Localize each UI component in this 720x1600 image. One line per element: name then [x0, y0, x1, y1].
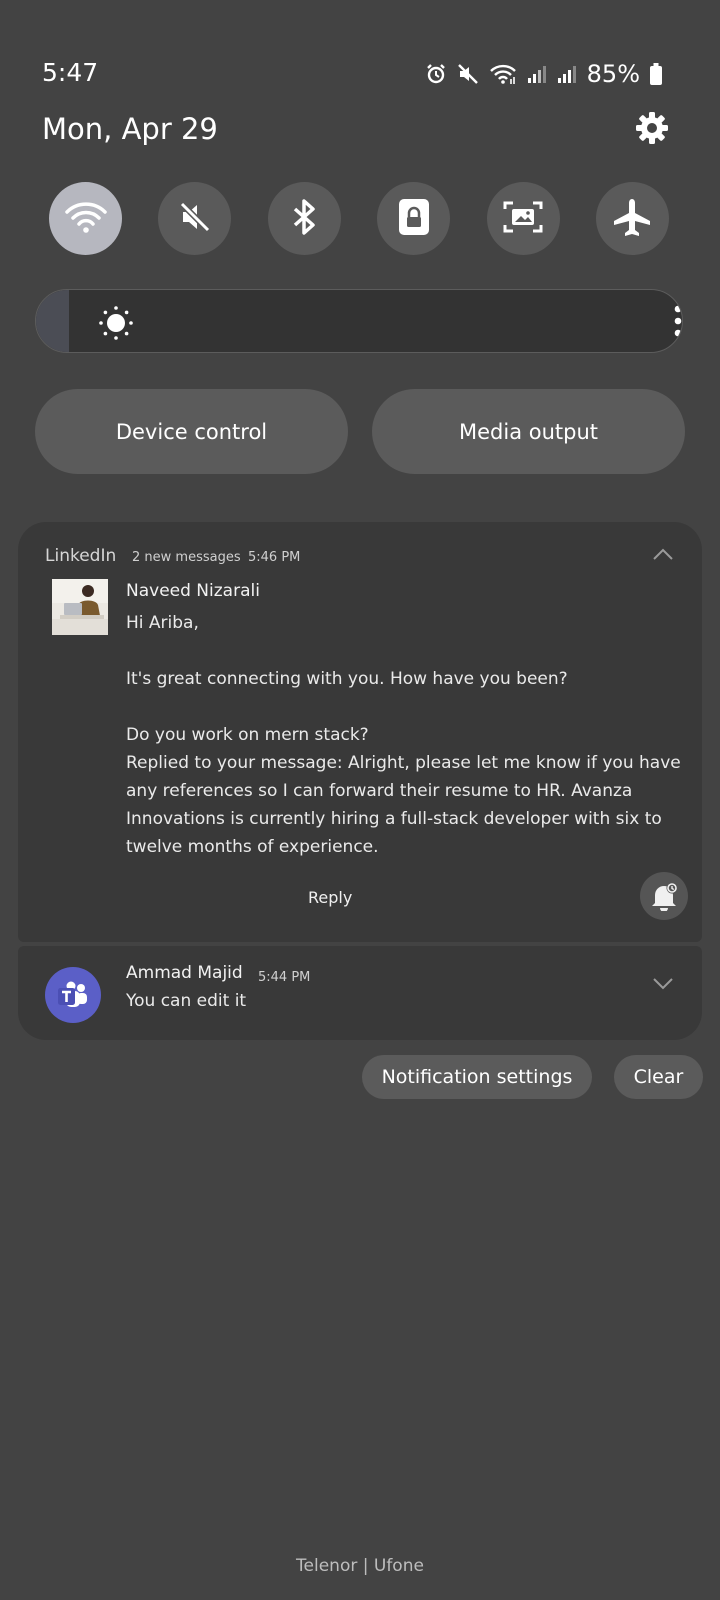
media-output-button[interactable]: Media output — [372, 389, 685, 474]
notification-message: You can edit it — [126, 991, 247, 1011]
alarm-icon — [425, 63, 447, 85]
carrier-label: Telenor | Ufone — [296, 1556, 424, 1576]
sun-icon — [98, 305, 134, 345]
clear-button[interactable]: Clear — [614, 1055, 703, 1099]
brightness-level — [36, 290, 69, 352]
notification-time: 5:46 PM — [248, 550, 301, 565]
snooze-bell-icon[interactable] — [640, 872, 688, 920]
bluetooth-icon — [289, 198, 319, 240]
airplane-mode-toggle[interactable] — [595, 182, 669, 255]
wifi-icon — [489, 63, 517, 85]
device-control-button[interactable]: Device control — [35, 389, 348, 474]
notification-message: Hi Ariba, It's great connecting with you… — [126, 609, 686, 861]
mute-icon — [177, 199, 213, 239]
status-time: 5:47 — [42, 58, 99, 87]
date: Mon, Apr 29 — [42, 112, 218, 146]
teams-icon — [45, 967, 101, 1023]
quick-settings-row — [49, 182, 669, 255]
gear-icon[interactable] — [634, 110, 670, 146]
airplane-icon — [612, 197, 652, 241]
bluetooth-toggle[interactable] — [267, 182, 341, 255]
sound-toggle[interactable] — [158, 182, 232, 255]
message-line: It's great connecting with you. How have… — [126, 669, 568, 689]
brightness-slider[interactable] — [35, 289, 683, 353]
more-vertical-icon[interactable] — [673, 302, 682, 344]
signal-icon — [527, 64, 547, 84]
message-line: Do you work on mern stack? — [126, 725, 369, 745]
wifi-icon — [64, 199, 108, 239]
rotation-lock-toggle[interactable] — [377, 182, 451, 255]
notification-settings-button[interactable]: Notification settings — [362, 1055, 592, 1099]
reply-button[interactable]: Reply — [308, 888, 352, 907]
notification-card-teams[interactable]: Ammad Majid 5:44 PM You can edit it — [18, 946, 702, 1040]
notification-summary: 2 new messages — [132, 550, 241, 565]
notification-sender: Ammad Majid — [126, 963, 243, 983]
notification-app-name: LinkedIn — [45, 546, 117, 566]
notification-time: 5:44 PM — [258, 970, 311, 985]
notification-card-linkedin[interactable]: LinkedIn 2 new messages 5:46 PM Naveed N… — [18, 522, 702, 942]
mute-icon — [457, 63, 479, 85]
screen-capture-icon — [503, 199, 543, 239]
message-line: Hi Ariba, — [126, 613, 199, 633]
lock-rotation-icon — [398, 198, 430, 240]
notification-sender: Naveed Nizarali — [126, 581, 260, 601]
status-icons: 85% — [425, 58, 662, 90]
chevron-down-icon[interactable] — [652, 976, 674, 995]
sender-avatar — [52, 579, 108, 635]
battery-percentage: 85% — [586, 60, 640, 88]
message-line: Replied to your message: Alright, please… — [126, 753, 681, 857]
chevron-up-icon[interactable] — [652, 546, 674, 565]
battery-icon — [650, 63, 662, 85]
wifi-toggle[interactable] — [49, 182, 122, 255]
signal-icon — [557, 64, 577, 84]
screenshot-toggle[interactable] — [486, 182, 560, 255]
